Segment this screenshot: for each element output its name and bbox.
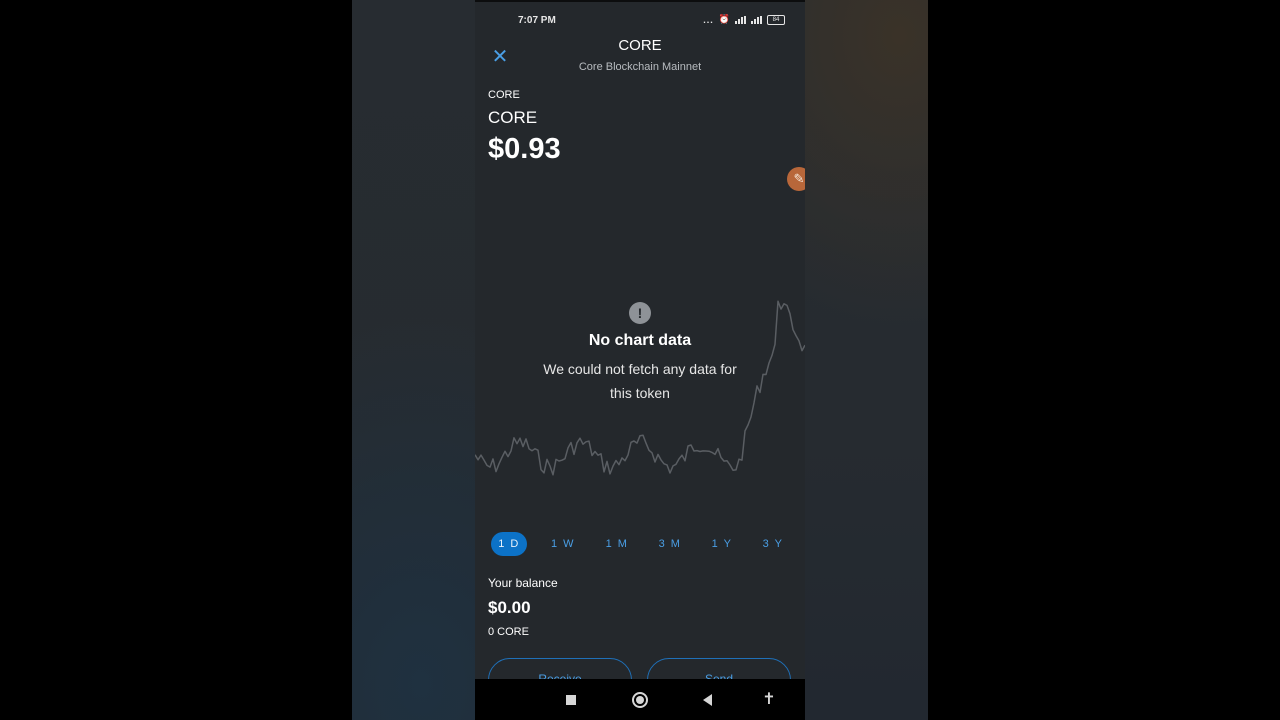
status-time: 7:07 PM — [518, 15, 556, 26]
tab-1d[interactable]: 1 D — [491, 532, 527, 556]
signal-icon — [735, 15, 746, 24]
phone-screen: 7:07 PM ... ⏰ 84 ✕ CORE Core Blockchain … — [475, 0, 805, 720]
alarm-icon: ⏰ — [718, 14, 730, 24]
status-icons: ... ⏰ 84 — [703, 14, 785, 25]
page-title: CORE — [618, 37, 662, 54]
no-data-message: We could not fetch any data for this tok… — [543, 361, 737, 401]
home-icon[interactable] — [629, 689, 651, 711]
tab-1m[interactable]: 1 M — [599, 532, 635, 556]
top-edge — [475, 0, 805, 2]
token-name: CORE — [488, 108, 538, 127]
balance-token-amount: 0 CORE — [488, 626, 529, 638]
time-range-tabs: 1 D 1 W 1 M 3 M 1 Y 3 Y — [491, 532, 791, 556]
token-symbol: CORE — [488, 89, 520, 101]
signal-icon-2 — [751, 15, 762, 24]
edit-pencil-icon[interactable]: ✎ — [787, 167, 805, 191]
token-price: $0.93 — [488, 133, 561, 165]
status-bar: 7:07 PM ... ⏰ 84 — [475, 8, 805, 32]
warning-icon: ! — [629, 302, 651, 324]
network-subtitle: Core Blockchain Mainnet — [578, 61, 702, 73]
accessibility-icon[interactable]: ✝ — [758, 689, 780, 711]
balance-value: $0.00 — [488, 598, 531, 617]
more-dots-icon: ... — [703, 14, 714, 25]
android-nav-bar: ✝ — [475, 679, 805, 720]
no-data-title: No chart data — [588, 332, 692, 349]
tab-1y[interactable]: 1 Y — [704, 532, 740, 556]
recents-icon[interactable] — [560, 689, 582, 711]
balance-label: Your balance — [488, 576, 558, 590]
tab-1w[interactable]: 1 W — [545, 532, 581, 556]
back-icon[interactable] — [697, 689, 719, 711]
tab-3y[interactable]: 3 Y — [755, 532, 791, 556]
battery-icon: 84 — [767, 14, 785, 25]
tab-3m[interactable]: 3 M — [652, 532, 688, 556]
